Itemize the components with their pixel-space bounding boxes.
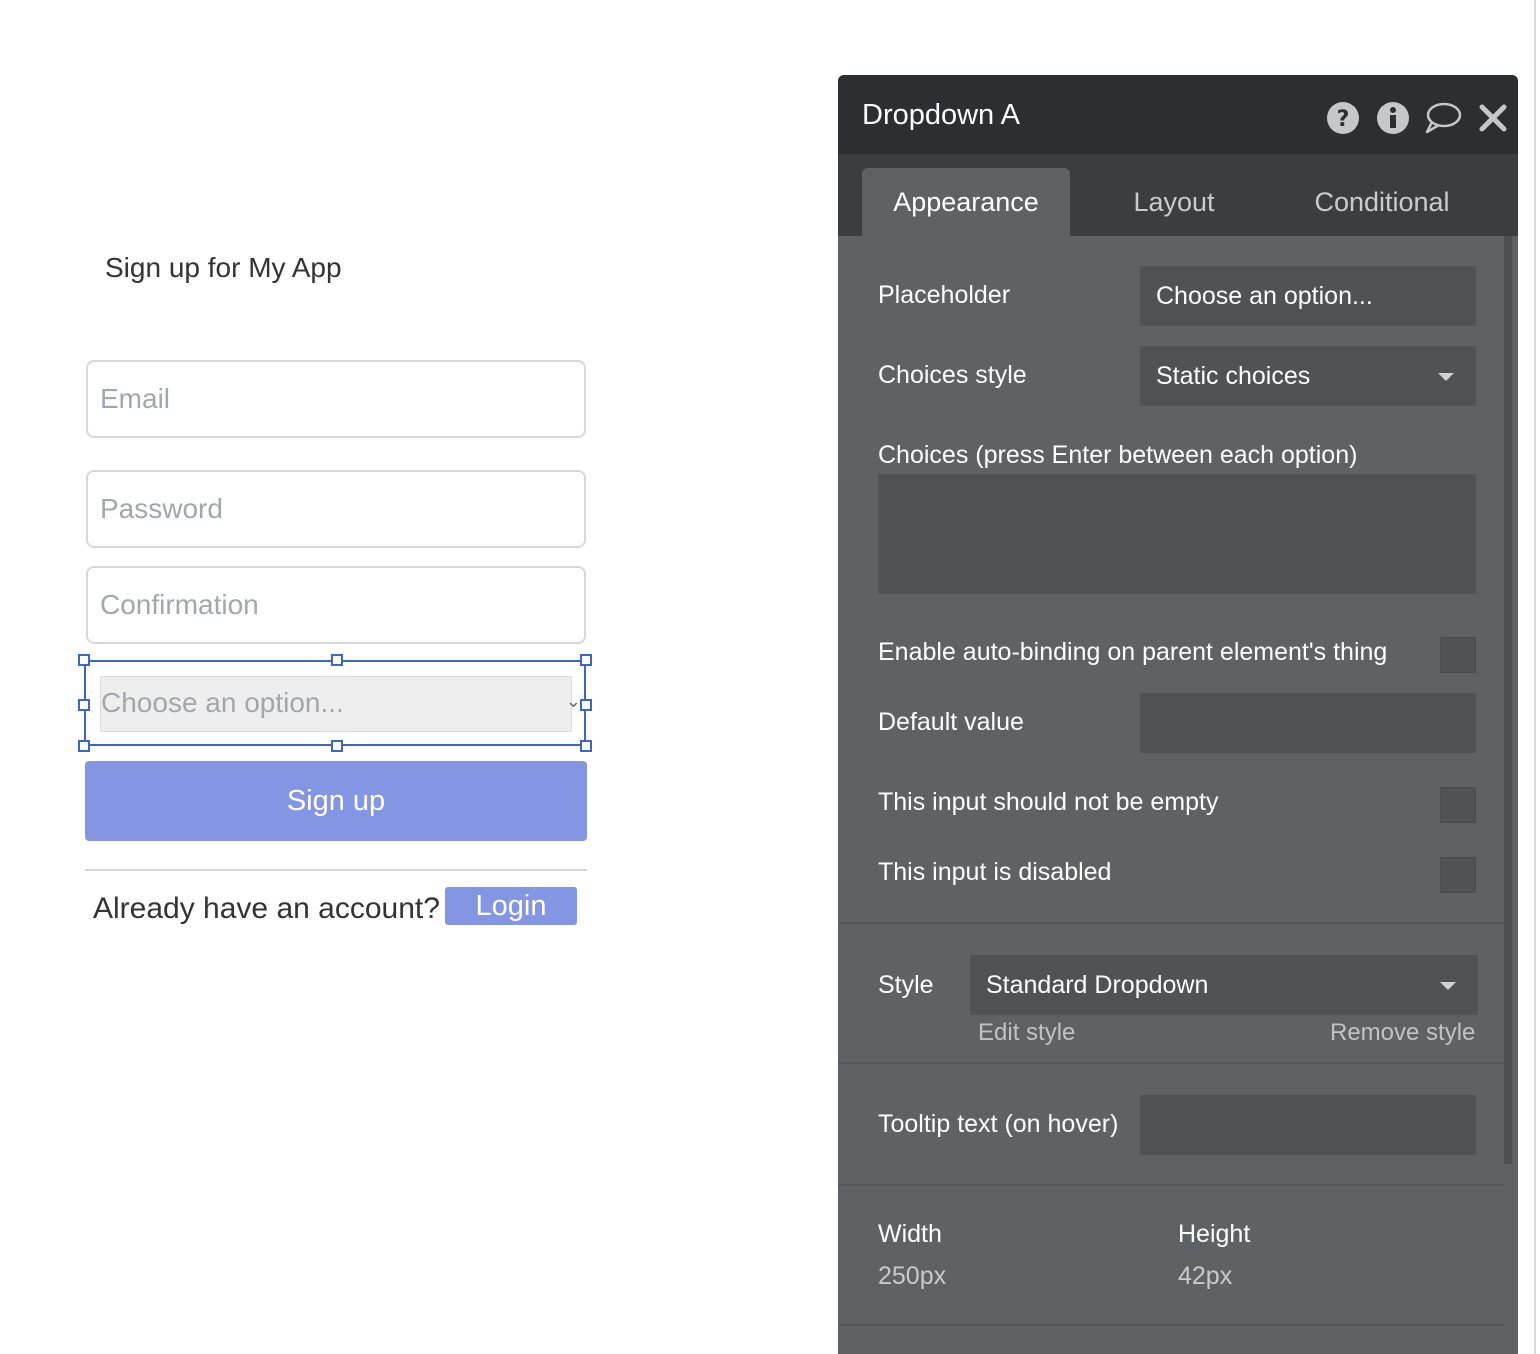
disabled-label: This input is disabled (878, 858, 1112, 886)
resize-handle-top[interactable] (331, 654, 343, 666)
placeholder-label: Placeholder (878, 281, 1011, 309)
placeholder-field[interactable] (1140, 266, 1476, 326)
tab-layout[interactable]: Layout (1084, 168, 1264, 236)
choices-style-label: Choices style (878, 361, 1027, 389)
tab-bar: Appearance Layout Conditional (838, 154, 1518, 236)
resize-handle-top-left[interactable] (78, 654, 90, 666)
comment-icon[interactable] (1424, 101, 1462, 135)
style-value: Standard Dropdown (986, 971, 1209, 999)
tab-conditional[interactable]: Conditional (1282, 168, 1482, 236)
autobinding-checkbox[interactable] (1440, 637, 1476, 673)
signup-button[interactable]: Sign up (85, 761, 587, 841)
email-input[interactable] (86, 360, 586, 438)
section-separator (838, 1184, 1504, 1186)
width-label: Width (878, 1220, 942, 1248)
property-panel: Dropdown A ? Appearance Layout Condition… (838, 75, 1518, 1354)
panel-title: Dropdown A (862, 99, 1020, 131)
section-separator (838, 922, 1504, 924)
style-select[interactable]: Standard Dropdown (970, 955, 1478, 1015)
edit-style-link[interactable]: Edit style (978, 1019, 1075, 1047)
disabled-checkbox[interactable] (1440, 857, 1476, 893)
resize-handle-left[interactable] (78, 699, 90, 711)
resize-handle-bottom[interactable] (331, 740, 343, 752)
resize-handle-top-right[interactable] (580, 654, 592, 666)
help-icon[interactable]: ? (1326, 101, 1360, 135)
style-label: Style (878, 971, 934, 999)
dropdown-placeholder: Choose an option... (101, 687, 344, 718)
choices-style-value: Static choices (1156, 362, 1311, 390)
caret-down-icon (1440, 982, 1456, 990)
choices-textarea[interactable] (878, 474, 1476, 594)
default-value-field[interactable] (1140, 693, 1476, 753)
remove-style-link[interactable]: Remove style (1330, 1019, 1475, 1047)
height-value[interactable]: 42px (1178, 1262, 1232, 1291)
dropdown-a[interactable]: Choose an option... ⌄ (84, 660, 586, 746)
tab-appearance[interactable]: Appearance (862, 168, 1070, 236)
confirmation-input[interactable] (86, 566, 586, 644)
chevron-down-icon: ⌄ (565, 691, 581, 711)
not-empty-checkbox[interactable] (1440, 787, 1476, 823)
not-empty-label: This input should not be empty (878, 788, 1219, 816)
choices-label: Choices (press Enter between each option… (878, 441, 1358, 469)
info-icon[interactable] (1376, 101, 1410, 135)
form-title: Sign up for My App (105, 252, 342, 283)
resize-handle-right[interactable] (580, 699, 592, 711)
default-value-label: Default value (878, 708, 1024, 736)
already-account-text: Already have an account? (93, 892, 440, 925)
choices-style-select[interactable]: Static choices (1140, 346, 1476, 406)
section-separator (838, 1062, 1504, 1064)
password-input[interactable] (86, 470, 586, 548)
tooltip-label: Tooltip text (on hover) (878, 1110, 1119, 1138)
section-separator (838, 1324, 1504, 1326)
page-edge (1534, 0, 1536, 1354)
caret-down-icon (1438, 373, 1454, 381)
login-button[interactable]: Login (445, 887, 577, 925)
width-value[interactable]: 250px (878, 1262, 946, 1291)
panel-header: Dropdown A ? (838, 75, 1518, 154)
height-label: Height (1178, 1220, 1251, 1248)
resize-handle-bottom-left[interactable] (78, 740, 90, 752)
panel-scrollbar[interactable] (1504, 236, 1512, 1164)
close-icon[interactable] (1478, 101, 1508, 135)
dropdown-inner: Choose an option... ⌄ (100, 676, 581, 732)
resize-handle-bottom-right[interactable] (580, 740, 592, 752)
autobinding-label: Enable auto-binding on parent element's … (878, 638, 1388, 666)
divider (85, 869, 587, 871)
svg-text:?: ? (1337, 107, 1350, 132)
tooltip-field[interactable] (1140, 1095, 1476, 1155)
